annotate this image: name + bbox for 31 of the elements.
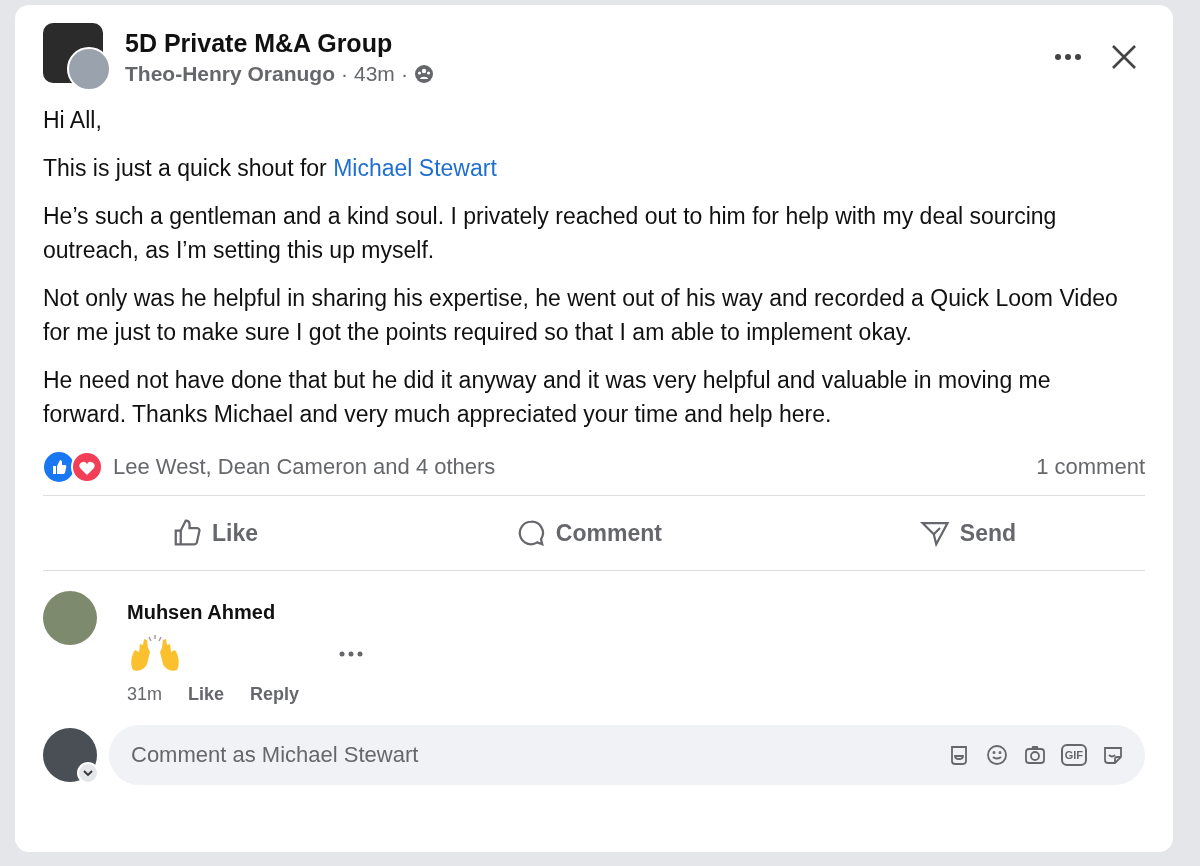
commenter-photo-placeholder[interactable]: [43, 591, 97, 645]
gif-button[interactable]: GIF: [1060, 744, 1087, 766]
comment-action-button[interactable]: Reply: [250, 684, 300, 705]
separator: ·: [400, 61, 408, 86]
comment-time: 31m: [127, 684, 162, 705]
smiley-icon: [984, 743, 1009, 767]
group-and-author-avatar-drawing[interactable]: [43, 23, 111, 91]
post-paragraph: Not only was he helpful in sharing his expertise, he went out of his way and recorded a Quick Loom Video for me just to make sure I got the points required so that I am able to implement okay.: [43, 284, 1119, 347]
reactions-summary[interactable]: Lee West, Dean Cameron and 4 others: [113, 454, 496, 480]
comment-button[interactable]: Comment: [503, 512, 674, 554]
mention-link[interactable]: Michael Stewart: [333, 155, 497, 181]
author-name[interactable]: Theo-Henry Oranugo: [125, 61, 335, 86]
send-button[interactable]: Send: [907, 512, 1029, 554]
post-paragraph: This is just a quick shout for Michael Stewart: [43, 154, 498, 183]
ellipsis-icon: [339, 651, 363, 657]
group-icon: [413, 63, 434, 84]
post-paragraph: Hi All,: [43, 106, 103, 135]
comment-input-field[interactable]: Comment as Michael Stewart GIF: [109, 725, 1145, 785]
ellipsis-icon: [1053, 53, 1083, 61]
comment-action-button[interactable]: Like: [188, 684, 225, 705]
commenter-name[interactable]: Muhsen Ahmed: [127, 601, 369, 624]
post-paragraph: He’s such a gentleman and a kind soul. I privately reached out to him for help with my deal sourcing outreach, as I’m setting this up myself.: [43, 202, 1058, 265]
separator: ·: [341, 61, 348, 86]
post-time[interactable]: 43m: [354, 61, 395, 86]
comment-count[interactable]: 1 comment: [1036, 454, 1145, 480]
group-name[interactable]: 5D Private M&A Group: [125, 28, 1033, 58]
like-button[interactable]: Like: [159, 512, 270, 554]
post-paragraph: He need not have done that but he did it anyway and it was very helpful and valuable in moving me forward. Thanks Michael and very much appreciated your time and help here.: [43, 366, 1052, 429]
camera-icon: [1022, 743, 1047, 767]
chevron-down-icon[interactable]: [77, 762, 99, 784]
user-photo-placeholder[interactable]: [43, 728, 97, 782]
